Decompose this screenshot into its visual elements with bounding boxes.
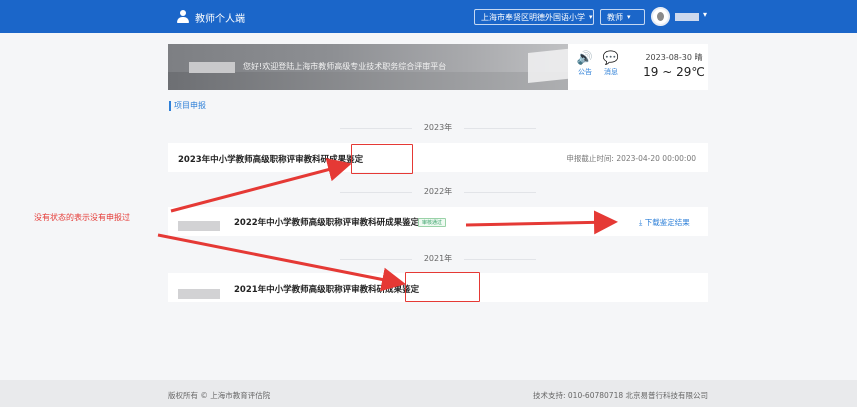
arrow-to-2021 (157, 233, 406, 292)
arrow-to-2023 (170, 157, 352, 213)
arrow-to-download (465, 210, 618, 235)
page-footer: 版权所有 © 上海市教育评估院 技术支持: 010-60780718 北京易普行… (0, 380, 857, 407)
annotation-arrows (157, 157, 618, 292)
support-text: 技术支持: 010-60780718 北京易普行科技有限公司 (533, 391, 708, 400)
copyright-text: 版权所有 © 上海市教育评估院 (168, 391, 271, 400)
